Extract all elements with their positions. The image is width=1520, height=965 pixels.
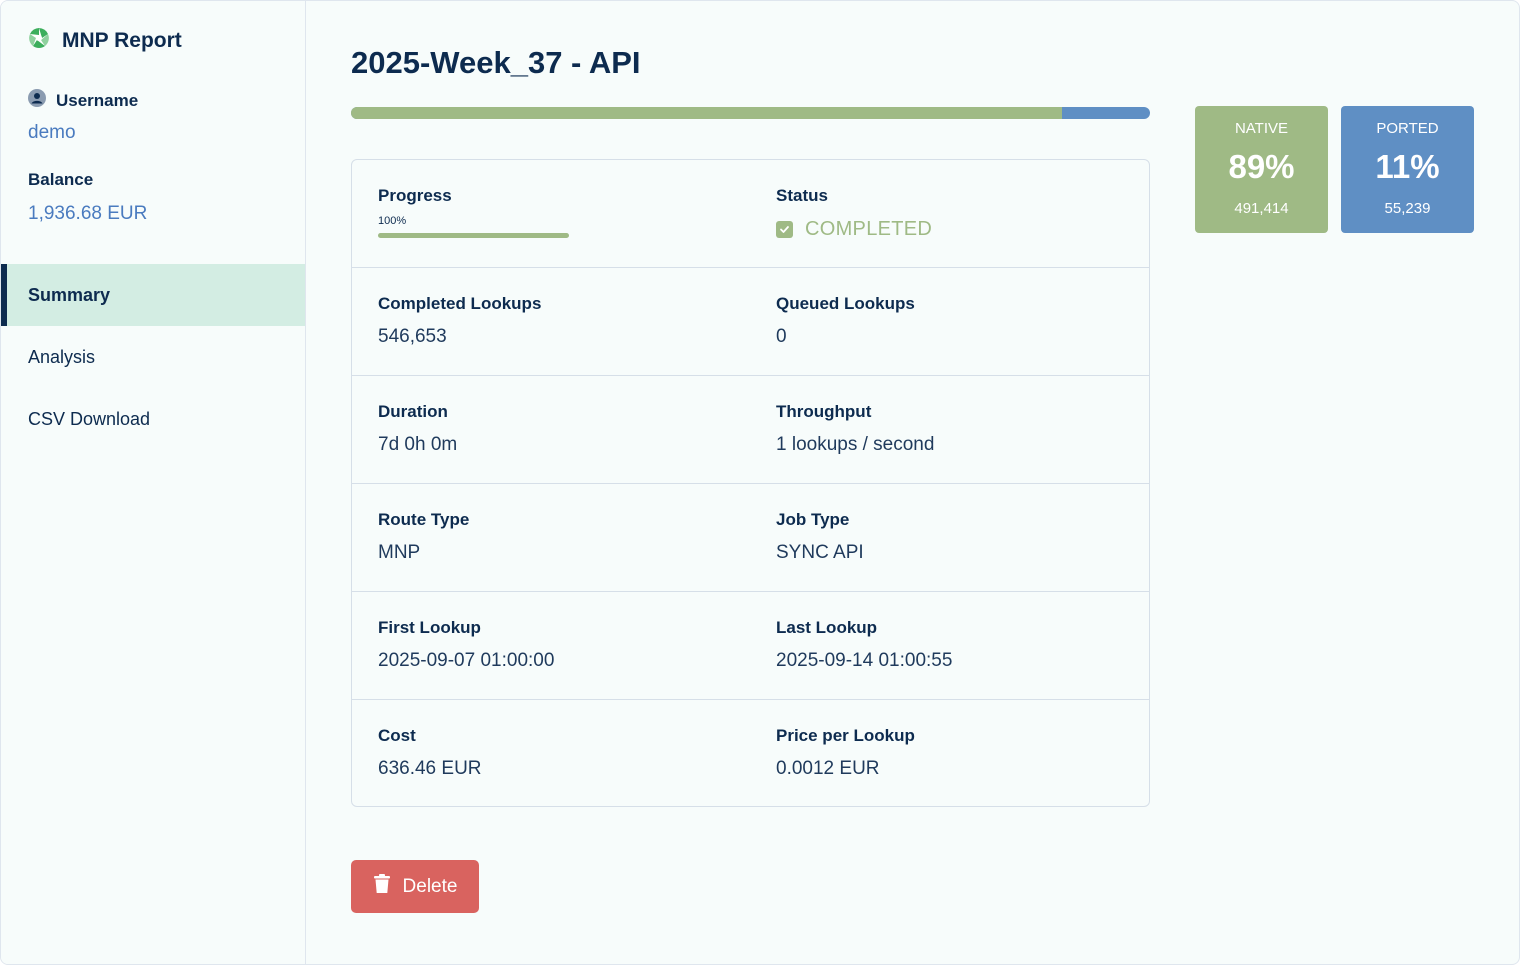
summary-cell: Completed Lookups 546,653 — [378, 268, 748, 376]
app-title: MNP Report — [62, 28, 182, 52]
sidebar-item-analysis[interactable]: Analysis — [1, 326, 305, 388]
first-lookup-value: 2025-09-07 01:00:00 — [378, 650, 555, 671]
cost-label: Cost — [378, 726, 416, 745]
native-tile: NATIVE 89% 491,414 — [1195, 106, 1328, 233]
progress-label: Progress — [378, 186, 452, 205]
progress-bar-fill — [378, 233, 569, 238]
route-type-value: MNP — [378, 542, 421, 563]
sidebar-item-summary[interactable]: Summary — [1, 264, 305, 326]
last-lookup-value: 2025-09-14 01:00:55 — [776, 650, 953, 671]
last-lookup-label: Last Lookup — [776, 618, 878, 637]
check-square-icon — [776, 221, 793, 238]
summary-row-progress: Progress 100% Status COMPLETED — [352, 160, 1149, 268]
username-label: Username — [56, 90, 139, 110]
summary-card: Progress 100% Status COMPLETED Completed… — [351, 159, 1150, 807]
summary-row: First Lookup 2025-09-07 01:00:00 Last Lo… — [352, 592, 1149, 700]
cost-value: 636.46 EUR — [378, 758, 482, 779]
aperture-icon — [28, 27, 50, 54]
summary-row: Cost 636.46 EUR Price per Lookup 0.0012 … — [352, 700, 1149, 808]
job-type-value: SYNC API — [776, 542, 864, 563]
balance-label: Balance — [28, 170, 94, 189]
completed-lookups-value: 546,653 — [378, 326, 447, 347]
sidebar-nav: Summary Analysis CSV Download — [1, 264, 305, 450]
summary-cell: Route Type MNP — [378, 484, 748, 592]
brand[interactable]: MNP Report — [28, 27, 182, 54]
summary-cell: Throughput 1 lookups / second — [776, 376, 1136, 484]
native-segment — [351, 107, 1063, 119]
throughput-label: Throughput — [776, 402, 872, 421]
summary-row: Duration 7d 0h 0m Throughput 1 lookups /… — [352, 376, 1149, 484]
page-title: 2025-Week_37 - API — [351, 45, 641, 80]
trash-icon — [373, 873, 391, 900]
status-label: Status — [776, 186, 828, 205]
status-value: COMPLETED — [805, 218, 933, 240]
queued-lookups-label: Queued Lookups — [776, 294, 915, 313]
native-label: NATIVE — [1234, 120, 1289, 137]
sidebar-item-csv-download[interactable]: CSV Download — [1, 388, 305, 450]
status-cell: Status COMPLETED — [776, 160, 1136, 268]
user-circle-icon — [28, 89, 46, 112]
summary-cell: Price per Lookup 0.0012 EUR — [776, 700, 1136, 808]
completed-lookups-label: Completed Lookups — [378, 294, 542, 313]
summary-cell: Duration 7d 0h 0m — [378, 376, 748, 484]
queued-lookups-value: 0 — [776, 326, 787, 347]
ported-label: PORTED — [1376, 120, 1439, 137]
duration-label: Duration — [378, 402, 448, 421]
native-count: 491,414 — [1234, 200, 1289, 217]
job-type-label: Job Type — [776, 510, 850, 529]
price-per-lookup-value: 0.0012 EUR — [776, 758, 880, 779]
status-badge: COMPLETED — [776, 218, 932, 241]
balance-value: 1,936.68 EUR — [28, 203, 148, 224]
ported-count: 55,239 — [1384, 200, 1431, 217]
summary-row: Completed Lookups 546,653 Queued Lookups… — [352, 268, 1149, 376]
native-ported-bar — [351, 107, 1150, 119]
ported-percent: 11% — [1375, 148, 1440, 185]
summary-cell: Job Type SYNC API — [776, 484, 1136, 592]
delete-button[interactable]: Delete — [351, 860, 479, 913]
username-row: Username — [28, 89, 138, 112]
app-window: MNP Report Username demo Balance 1,936.6… — [0, 0, 1520, 965]
native-percent: 89% — [1228, 148, 1295, 185]
summary-cell: Queued Lookups 0 — [776, 268, 1136, 376]
route-type-label: Route Type — [378, 510, 470, 529]
summary-cell: First Lookup 2025-09-07 01:00:00 — [378, 592, 748, 700]
duration-value: 7d 0h 0m — [378, 434, 458, 455]
progress-cell: Progress 100% — [378, 160, 748, 268]
progress-percent: 100% — [378, 215, 407, 227]
summary-row: Route Type MNP Job Type SYNC API — [352, 484, 1149, 592]
username-value: demo — [28, 122, 76, 143]
sidebar: MNP Report Username demo Balance 1,936.6… — [1, 1, 306, 964]
delete-label: Delete — [402, 875, 458, 897]
price-per-lookup-label: Price per Lookup — [776, 726, 915, 745]
summary-cell: Cost 636.46 EUR — [378, 700, 748, 808]
throughput-value: 1 lookups / second — [776, 434, 935, 455]
first-lookup-label: First Lookup — [378, 618, 481, 637]
ported-tile: PORTED 11% 55,239 — [1341, 106, 1474, 233]
progress-bar — [378, 233, 569, 238]
summary-cell: Last Lookup 2025-09-14 01:00:55 — [776, 592, 1136, 700]
